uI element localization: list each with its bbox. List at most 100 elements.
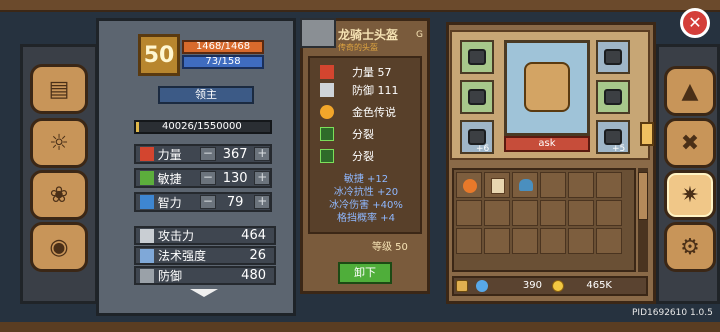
sword-icon <box>140 228 154 243</box>
plus-button[interactable]: + <box>254 195 271 209</box>
helmet-icon: ▲ <box>681 78 699 104</box>
scroll-item-icon <box>491 178 505 194</box>
close-icon: ✕ <box>688 13 702 32</box>
inventory-slot[interactable] <box>484 200 510 226</box>
inventory-slot[interactable] <box>540 200 566 226</box>
gear-icon: ⚙ <box>680 234 700 260</box>
hero-name: ask <box>504 136 590 152</box>
item-affix-text: 分裂 <box>352 128 374 141</box>
slot-helmet[interactable] <box>596 40 630 74</box>
slot-belt[interactable] <box>460 80 494 114</box>
item-affix: 分裂 <box>320 148 374 164</box>
item-affix-text: 金色传说 <box>352 106 396 119</box>
fist-icon <box>140 147 154 161</box>
split-icon <box>320 149 334 163</box>
flame-icon <box>320 105 334 119</box>
split-icon <box>320 127 334 141</box>
inventory-slot[interactable] <box>568 228 594 254</box>
bag-icon: ☼ <box>49 130 69 156</box>
wand-icon <box>140 248 154 263</box>
inventory-slot[interactable] <box>596 228 622 254</box>
attribute-label: 力量 <box>157 147 182 162</box>
fist-icon <box>320 65 334 79</box>
swap-tab-button[interactable] <box>640 122 654 146</box>
menu-helmet-button[interactable]: ▲ <box>664 66 716 116</box>
helmet-icon <box>604 49 622 65</box>
attribute-row-intelligence: 智力 − 79 + <box>134 192 272 212</box>
menu-book-button[interactable]: ▤ <box>30 64 88 114</box>
mp-bar: 73/158 <box>182 55 264 69</box>
inventory-slot[interactable] <box>456 200 482 226</box>
slot-boots-count: +6 <box>476 144 490 154</box>
attribute-value: 130 <box>222 170 248 186</box>
stat-label: 攻击力 <box>158 229 195 243</box>
inventory-slot[interactable] <box>484 228 510 254</box>
menu-pet-button[interactable]: ❀ <box>30 170 88 220</box>
stat-value: 464 <box>241 228 266 243</box>
item-name: 龙骑士头盔 <box>338 28 399 42</box>
attribute-label: 智力 <box>157 195 182 210</box>
build-id: PID1692610 1.0.5 <box>632 308 713 318</box>
feather-icon <box>140 171 154 185</box>
shield-icon <box>140 268 154 283</box>
inventory-slot[interactable] <box>568 172 594 198</box>
close-button[interactable]: ✕ <box>680 8 710 38</box>
item-grade: G <box>416 30 423 40</box>
inventory-slot[interactable] <box>512 228 538 254</box>
minus-button[interactable]: − <box>200 171 216 185</box>
crossed-swords-icon: ✖ <box>680 130 700 156</box>
wheel-icon: ◉ <box>49 234 69 260</box>
unequip-button[interactable]: 卸下 <box>338 262 392 284</box>
inventory-slot[interactable] <box>456 228 482 254</box>
book-icon: ▤ <box>48 76 70 102</box>
exp-fill <box>136 122 139 132</box>
plus-button[interactable]: + <box>254 171 271 185</box>
slot-armor[interactable] <box>596 80 630 114</box>
boots-icon <box>468 129 486 145</box>
paw-icon: ❀ <box>49 182 69 208</box>
blue-helmet-icon <box>519 179 533 191</box>
scroll-down-icon[interactable] <box>188 288 220 298</box>
hero-cat-icon <box>524 62 570 112</box>
stat-value: 480 <box>241 268 266 283</box>
item-quality: 传奇的头盔 <box>338 43 378 52</box>
inventory-slot[interactable] <box>512 172 538 198</box>
minus-button[interactable]: − <box>200 195 216 209</box>
belt-icon <box>468 89 486 105</box>
gem-count: 390 <box>522 280 542 291</box>
wood-border-bottom <box>0 322 720 332</box>
player-title: 领主 <box>158 86 254 104</box>
minus-button[interactable]: − <box>200 147 216 161</box>
star-burst-icon: ✷ <box>680 182 700 208</box>
attribute-label: 敏捷 <box>157 171 182 186</box>
inventory-slot[interactable] <box>596 172 622 198</box>
plus-button[interactable]: + <box>254 147 271 161</box>
menu-gear-button[interactable]: ⚙ <box>664 222 716 272</box>
menu-settings-button[interactable]: ◉ <box>30 222 88 272</box>
inventory-slot[interactable] <box>540 172 566 198</box>
inventory-scroll-thumb[interactable] <box>638 172 648 220</box>
exp-bar: 40026/1550000 <box>134 120 272 134</box>
gem-icon <box>476 280 488 292</box>
shield-icon <box>320 83 334 97</box>
menu-skills-button[interactable]: ✖ <box>664 118 716 168</box>
item-level-requirement: 等级 50 <box>372 242 408 253</box>
helmet-item-icon <box>300 18 336 48</box>
attribute-row-agility: 敏捷 − 130 + <box>134 168 272 188</box>
attribute-value: 79 <box>226 194 244 210</box>
orange-potion-icon <box>463 179 477 193</box>
menu-talent-button[interactable]: ✷ <box>664 170 716 220</box>
inventory-slot[interactable] <box>484 172 510 198</box>
menu-bag-button[interactable]: ☼ <box>30 118 88 168</box>
item-affix: 金色传说 <box>320 104 396 120</box>
inventory-slot[interactable] <box>596 200 622 226</box>
item-bonus: 格挡概率 +4 <box>337 213 395 224</box>
stat-row-defense: 防御 480 <box>134 266 276 285</box>
lock-icon[interactable] <box>456 280 468 292</box>
slot-necklace[interactable] <box>460 40 494 74</box>
inventory-slot[interactable] <box>540 228 566 254</box>
inventory-slot[interactable] <box>568 200 594 226</box>
inventory-slot[interactable] <box>512 200 538 226</box>
slot-weapon-count: +5 <box>612 144 626 154</box>
inventory-slot[interactable] <box>456 172 482 198</box>
